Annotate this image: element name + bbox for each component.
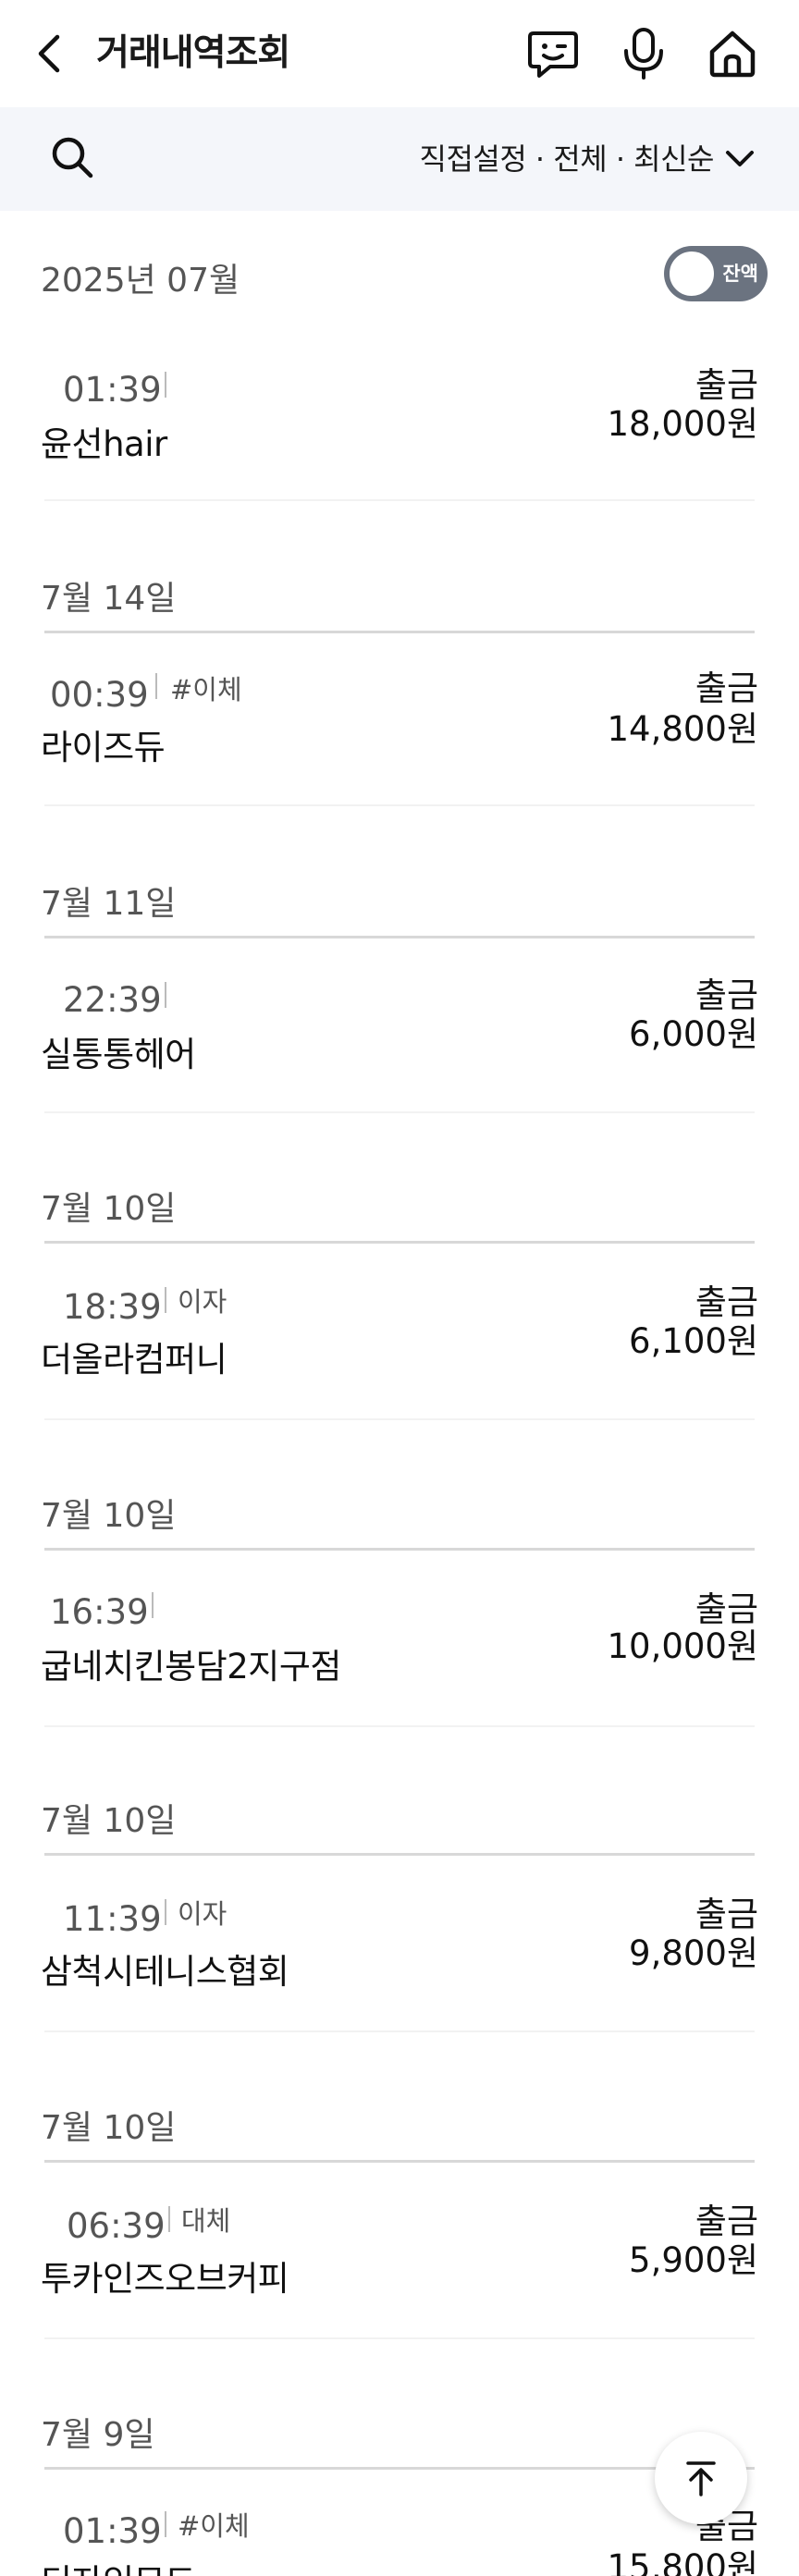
transaction-type: 출금 [695,365,758,405]
mic-icon [624,28,663,80]
divider [165,1287,166,1313]
divider [44,936,755,938]
divider [44,2030,755,2032]
merchant-name: 더올라컴퍼니 [41,1340,227,1380]
transaction-amount: 9,800원 [629,1933,758,1973]
transaction-tag: #이체 [170,674,242,705]
date-header: 7월 10일 [41,1190,177,1228]
divider [168,2206,170,2232]
transaction-type: 출금 [695,1282,758,1322]
merchant-name: 라이즈듀 [41,728,166,767]
balance-toggle-label: 잔액 [722,263,758,285]
merchant-name: 실통통헤어 [41,1035,196,1074]
transaction-type: 출금 [695,2202,758,2241]
transaction-time: 01:39 [63,2511,162,2551]
divider [44,1111,755,1113]
transaction-type: 출금 [695,669,758,708]
voice-search-button[interactable] [616,26,671,81]
transaction-amount: 6,100원 [629,1321,758,1361]
transaction-tag: 이자 [178,1898,227,1930]
divider [44,1241,755,1244]
transaction-type: 출금 [695,1895,758,1934]
divider [44,1548,755,1551]
transaction-item[interactable]: 16:39 굽네치킨봉담2지구점 출금 10,000원 [0,1577,799,1725]
date-header: 7월 14일 [41,580,177,618]
transaction-amount: 10,000원 [607,1626,758,1666]
divider [44,804,755,806]
chevron-left-icon [38,34,60,73]
transaction-item[interactable]: 06:39 대체 투카인즈오브커피 출금 5,900원 [0,2190,799,2337]
divider [165,2511,166,2537]
scroll-top-button[interactable] [655,2432,747,2524]
divider [152,1592,154,1618]
transaction-amount: 15,800원 [607,2547,758,2576]
merchant-name: 디자인모드 [41,2559,196,2576]
divider [44,2160,755,2163]
transaction-item[interactable]: 22:39 실통통헤어 출금 6,000원 [0,965,799,1113]
transaction-time: 00:39 [50,675,149,715]
merchant-name: 투카인즈오브커피 [41,2259,289,2299]
toggle-knob [668,250,716,298]
date-header: 7월 9일 [41,2416,155,2454]
date-header: 7월 11일 [41,885,177,923]
transaction-amount: 14,800원 [607,709,758,749]
transaction-type: 출금 [695,975,758,1015]
divider [155,673,157,699]
chatbot-icon [528,31,578,78]
transaction-time: 06:39 [67,2206,166,2246]
balance-toggle[interactable]: 잔액 [664,246,768,301]
date-header: 7월 10일 [41,1802,177,1840]
transaction-amount: 6,000원 [629,1014,758,1054]
transaction-amount: 5,900원 [629,2240,758,2280]
filter-summary[interactable]: 직접설정 · 전체 · 최신순 [420,135,715,183]
merchant-name: 삼척시테니스협회 [41,1952,289,1992]
transaction-time: 16:39 [50,1592,149,1632]
divider [44,2467,755,2470]
app-header: 거래내역조회 [0,0,799,107]
divider [44,1853,755,1856]
arrow-up-icon [686,2461,716,2496]
divider [165,1899,166,1925]
transaction-tag: 대체 [181,2205,231,2237]
transaction-item[interactable]: 11:39 이자 삼척시테니스협회 출금 9,800원 [0,1883,799,2030]
merchant-name: 윤선hair [41,424,167,464]
filter-dropdown-button[interactable] [721,141,758,178]
divider [44,1725,755,1727]
transaction-tag: 이자 [178,1286,227,1318]
merchant-name: 굽네치킨봉담2지구점 [41,1647,341,1687]
transaction-time: 18:39 [63,1287,162,1327]
page-title: 거래내역조회 [96,32,290,74]
transaction-item[interactable]: 01:39 윤선hair 출금 18,000원 [0,351,799,499]
transaction-time: 22:39 [63,980,162,1020]
chevron-down-icon [726,151,754,166]
divider [44,631,755,633]
divider [44,1418,755,1420]
date-header: 7월 10일 [41,2109,177,2147]
divider [44,499,755,501]
home-icon [709,31,756,78]
divider [44,2337,755,2339]
back-button[interactable] [35,28,81,80]
transaction-item[interactable]: 18:39 이자 더올라컴퍼니 출금 6,100원 [0,1270,799,1418]
transaction-amount: 18,000원 [607,404,758,444]
transaction-item[interactable]: 00:39 #이체 라이즈듀 출금 14,800원 [0,658,799,806]
transaction-time: 11:39 [63,1899,162,1939]
transaction-tag: #이체 [178,2510,250,2542]
transaction-time: 01:39 [63,370,162,410]
filter-bar: 직접설정 · 전체 · 최신순 [0,107,799,211]
chatbot-button[interactable] [525,26,581,81]
search-icon [52,137,93,178]
date-header: 7월 10일 [41,1497,177,1535]
month-label: 2025년 07월 [41,262,240,300]
divider [165,982,166,1008]
home-button[interactable] [705,26,760,81]
divider [165,372,166,398]
search-button[interactable] [48,133,100,185]
